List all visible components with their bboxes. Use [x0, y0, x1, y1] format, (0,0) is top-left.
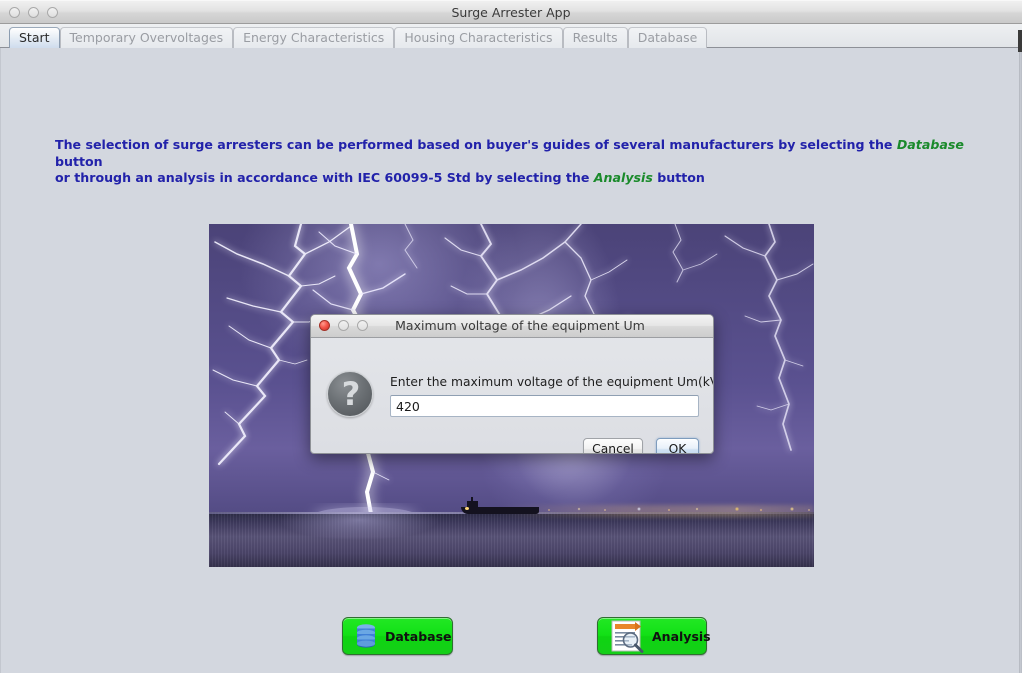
photo-city-lights — [509, 507, 814, 514]
tab-content-start: The selection of surge arresters can be … — [0, 48, 1022, 673]
tab-start[interactable]: Start — [9, 27, 60, 48]
description-line1-part2: button — [55, 153, 103, 169]
database-button[interactable]: Database — [342, 617, 453, 655]
analysis-button[interactable]: Analysis — [597, 617, 711, 655]
window-titlebar: Surge Arrester App — [0, 0, 1022, 24]
window-title: Surge Arrester App — [451, 5, 571, 20]
analysis-button-label: Analysis — [652, 628, 711, 644]
tab-bar: Start Temporary Overvoltages Energy Char… — [0, 24, 1022, 48]
dialog-body: ? Enter the maximum voltage of the equip… — [311, 338, 714, 453]
dialog-prompt-label: Enter the maximum voltage of the equipme… — [390, 375, 714, 389]
intro-description: The selection of surge arresters can be … — [55, 137, 985, 187]
ok-button[interactable]: OK — [656, 438, 699, 453]
max-voltage-dialog: Maximum voltage of the equipment Um ? En… — [310, 314, 714, 454]
photo-sea-shimmer — [209, 512, 814, 567]
tab-database[interactable]: Database — [627, 27, 708, 48]
description-line1-part1: The selection of surge arresters can be … — [55, 137, 897, 152]
description-line2-part2: button — [652, 170, 705, 185]
description-analysis-keyword: Analysis — [593, 170, 653, 185]
tab-results[interactable]: Results — [562, 27, 628, 48]
app-window: Surge Arrester App Start Temporary Overv… — [0, 0, 1022, 673]
cancel-button[interactable]: Cancel — [583, 438, 643, 453]
question-mark-icon: ? — [327, 371, 373, 417]
description-database-keyword: Database — [896, 137, 964, 152]
tab-energy-characteristics[interactable]: Energy Characteristics — [233, 27, 395, 48]
window-right-edge-accent — [1018, 30, 1022, 52]
tab-strip: Start Temporary Overvoltages Energy Char… — [9, 26, 708, 48]
tab-temporary-overvoltages[interactable]: Temporary Overvoltages — [59, 27, 234, 48]
dialog-title: Maximum voltage of the equipment Um — [395, 318, 645, 333]
description-line2-part1: or through an analysis in accordance wit… — [55, 170, 594, 185]
photo-ship-silhouette — [461, 497, 539, 514]
database-icon — [355, 624, 377, 648]
analysis-document-icon — [610, 619, 644, 653]
max-voltage-input[interactable] — [390, 395, 699, 417]
dialog-titlebar: Maximum voltage of the equipment Um — [311, 315, 713, 338]
tab-housing-characteristics[interactable]: Housing Characteristics — [394, 27, 563, 48]
database-button-label: Database — [385, 628, 452, 644]
